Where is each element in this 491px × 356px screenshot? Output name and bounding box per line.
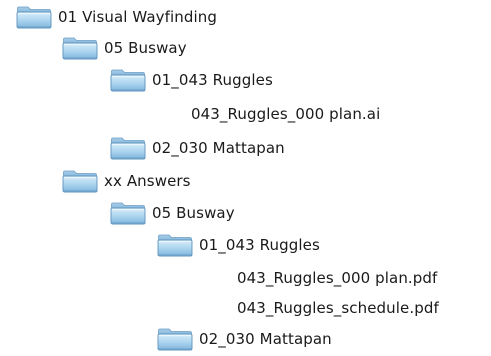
file-tree: 01 Visual Wayfinding 05 Busway 01_043 Ru… <box>0 0 491 356</box>
tree-item-label: 05 Busway <box>152 204 235 222</box>
tree-item-file-plan-ai[interactable]: 043_Ruggles_000 plan.ai <box>191 102 380 126</box>
folder-icon <box>62 36 98 60</box>
tree-item-label: 05 Busway <box>104 39 187 57</box>
folder-icon <box>157 327 193 351</box>
folder-icon <box>110 136 146 160</box>
tree-item-01-043-ruggles[interactable]: 01_043 Ruggles <box>110 68 273 92</box>
folder-icon <box>62 169 98 193</box>
tree-item-05-busway-answers[interactable]: 05 Busway <box>110 201 235 225</box>
tree-item-label: 043_Ruggles_schedule.pdf <box>237 299 439 317</box>
folder-icon <box>16 5 52 29</box>
tree-item-file-plan-pdf[interactable]: 043_Ruggles_000 plan.pdf <box>237 266 437 290</box>
tree-item-label: 01_043 Ruggles <box>199 236 320 254</box>
tree-item-02-030-mattapan-answers[interactable]: 02_030 Mattapan <box>157 327 332 351</box>
tree-item-label: 01_043 Ruggles <box>152 71 273 89</box>
tree-item-01-043-ruggles-answers[interactable]: 01_043 Ruggles <box>157 233 320 257</box>
tree-item-file-schedule-pdf[interactable]: 043_Ruggles_schedule.pdf <box>237 296 439 320</box>
tree-item-label: 02_030 Mattapan <box>152 139 285 157</box>
tree-item-xx-answers[interactable]: xx Answers <box>62 169 191 193</box>
folder-icon <box>110 68 146 92</box>
folder-icon <box>110 201 146 225</box>
tree-item-label: 01 Visual Wayfinding <box>58 8 218 26</box>
tree-item-label: xx Answers <box>104 172 191 190</box>
tree-item-02-030-mattapan[interactable]: 02_030 Mattapan <box>110 136 285 160</box>
tree-item-label: 043_Ruggles_000 plan.pdf <box>237 269 438 287</box>
tree-item-05-busway[interactable]: 05 Busway <box>62 36 187 60</box>
tree-item-label: 043_Ruggles_000 plan.ai <box>191 105 381 123</box>
folder-icon <box>157 233 193 257</box>
tree-item-label: 02_030 Mattapan <box>199 330 332 348</box>
tree-item-01-visual-wayfinding[interactable]: 01 Visual Wayfinding <box>16 5 217 29</box>
